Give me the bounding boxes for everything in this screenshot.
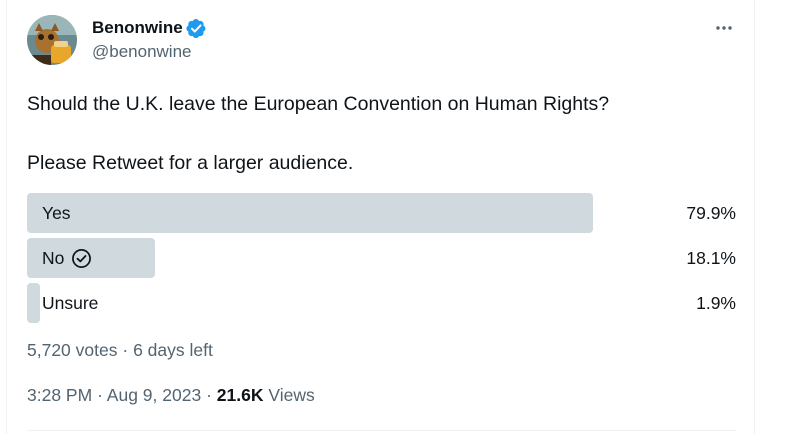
poll-meta: 5,720 votes · 6 days left: [27, 340, 213, 361]
separator: ·: [122, 340, 129, 360]
author-display-name[interactable]: Benonwine: [92, 18, 183, 38]
poll: Yes 79.9% No 18.1% Unsure 1.9%: [27, 193, 736, 328]
avatar[interactable]: [27, 15, 77, 65]
poll-option-percent: 79.9%: [686, 202, 736, 223]
poll-votes: 5,720 votes: [27, 340, 118, 360]
timestamp-row: 3:28 PM · Aug 9, 2023 · 21.6K Views: [27, 385, 315, 406]
poll-option-no: No 18.1%: [27, 238, 736, 278]
views-label[interactable]: Views: [268, 385, 314, 405]
poll-option-label: Yes: [42, 202, 71, 223]
author-name-row: Benonwine: [92, 16, 207, 40]
avatar-icon: [27, 15, 77, 65]
poll-option-percent: 1.9%: [696, 292, 736, 313]
poll-time-left: 6 days left: [133, 340, 213, 360]
poll-option-yes: Yes 79.9%: [27, 193, 736, 233]
tweet-date[interactable]: Aug 9, 2023: [107, 385, 201, 405]
separator: ·: [97, 385, 103, 405]
tweet-text-line: Should the U.K. leave the European Conve…: [27, 93, 610, 115]
separator: ·: [206, 385, 212, 405]
author-handle[interactable]: @benonwine: [92, 42, 192, 62]
poll-bar: [27, 193, 593, 233]
tweet-time[interactable]: 3:28 PM: [27, 385, 92, 405]
views-count[interactable]: 21.6K: [217, 385, 264, 405]
poll-option-label: Unsure: [42, 292, 99, 313]
check-circle-icon: [71, 248, 92, 269]
poll-bar: [27, 283, 40, 323]
poll-option-unsure: Unsure 1.9%: [27, 283, 736, 323]
poll-option-percent: 18.1%: [686, 247, 736, 268]
tweet-card: Benonwine @benonwine Should the U.K. lea…: [6, 0, 755, 434]
tweet-text: Should the U.K. leave the European Conve…: [27, 90, 737, 179]
verified-badge-icon[interactable]: [186, 18, 207, 39]
tweet-text-line: Please Retweet for a larger audience.: [27, 152, 354, 174]
poll-option-label: No: [42, 238, 92, 278]
more-options-button[interactable]: [707, 18, 741, 38]
divider: [27, 430, 737, 431]
more-icon: [716, 26, 732, 30]
